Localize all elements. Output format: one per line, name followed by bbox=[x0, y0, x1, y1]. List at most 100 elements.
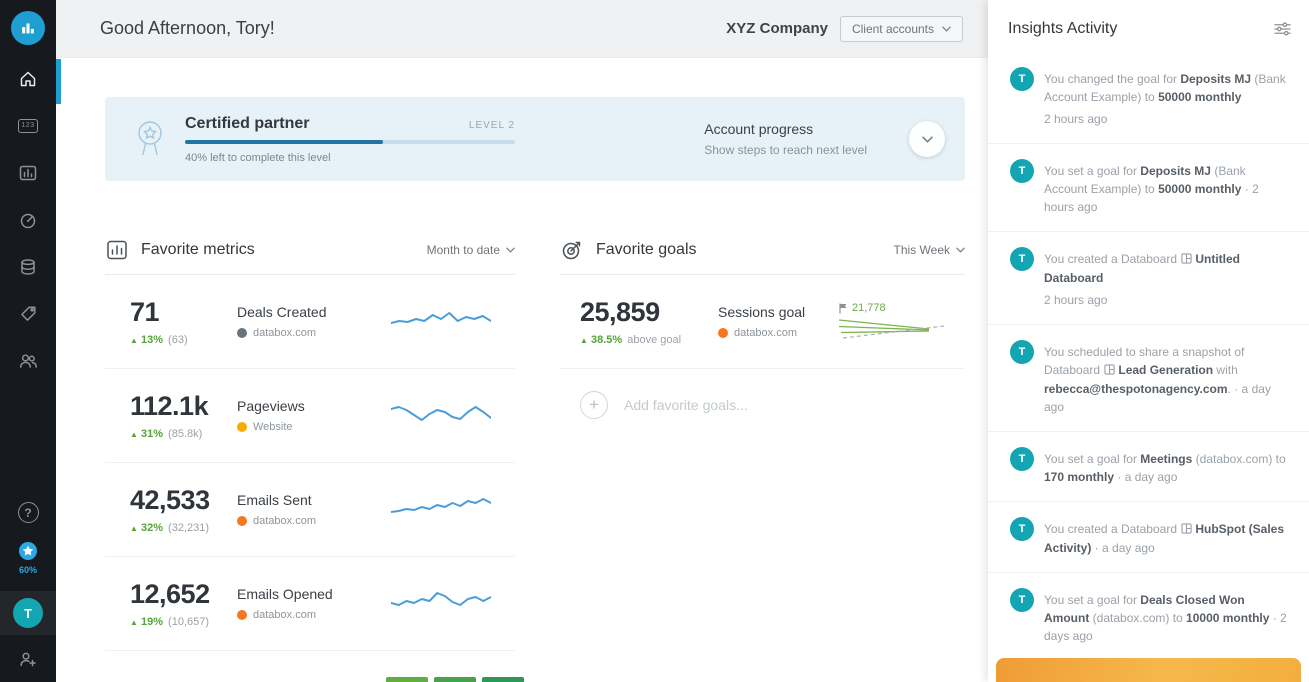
activity-item[interactable]: T You created a Databoard Untitled Databo… bbox=[988, 232, 1309, 325]
sidebar-item-user-menu[interactable]: T bbox=[0, 591, 56, 635]
databoard-chart-icon bbox=[19, 165, 37, 180]
goal-mini-chart: 21,778 bbox=[839, 302, 947, 341]
metric-sparkline bbox=[391, 494, 491, 526]
activity-filter-button[interactable] bbox=[1274, 21, 1291, 37]
goals-section-title: Favorite goals bbox=[596, 240, 697, 258]
medal-icon bbox=[138, 121, 162, 156]
metric-row[interactable]: 12,652 ▲ 19% (10,657) Emails Opened databox… bbox=[105, 557, 515, 651]
up-arrow-icon: ▲ bbox=[580, 336, 588, 345]
sidebar-item-help[interactable]: ? bbox=[0, 489, 56, 536]
metric-value-block: 42,533 ▲ 32% (32,231) bbox=[105, 485, 237, 534]
goal-source: databox.com bbox=[734, 327, 797, 339]
chevron-down-icon bbox=[956, 247, 965, 253]
metric-label: Emails Sent bbox=[237, 492, 312, 508]
metric-row[interactable]: 42,533 ▲ 32% (32,231) Emails Sent databox.c… bbox=[105, 463, 515, 557]
metric-label: Deals Created bbox=[237, 304, 327, 320]
metric-previous: (63) bbox=[165, 334, 188, 346]
databoard-icon bbox=[1104, 362, 1116, 380]
level-label: LEVEL 2 bbox=[468, 119, 515, 131]
metric-previous: (85.8k) bbox=[165, 428, 203, 440]
up-arrow-icon: ▲ bbox=[130, 618, 138, 627]
activity-item[interactable]: T You set a goal for Meetings (databox.co… bbox=[988, 432, 1309, 502]
activity-timestamp: 2 hours ago bbox=[1044, 293, 1108, 307]
source-dot-icon bbox=[718, 328, 728, 338]
activity-item[interactable]: T You changed the goal for Deposits MJ (B… bbox=[988, 52, 1309, 144]
activity-timestamp: · a day ago bbox=[1091, 541, 1155, 555]
databox-logo[interactable] bbox=[11, 11, 45, 45]
activity-text: You set a goal for Deposits MJ (Bank Acc… bbox=[1044, 164, 1259, 214]
activity-list: T You changed the goal for Deposits MJ (B… bbox=[988, 52, 1309, 652]
account-progress-subtitle: Show steps to reach next level bbox=[704, 143, 867, 157]
peek-bar bbox=[434, 677, 476, 682]
account-progress-block: Account progress Show steps to reach nex… bbox=[704, 121, 867, 157]
goal-row[interactable]: 25,859 ▲ 38.5% above goal Sessions goal … bbox=[560, 275, 965, 369]
sidebar-item-tags[interactable] bbox=[0, 290, 56, 337]
metric-value: 112.1k bbox=[130, 391, 209, 421]
metric-row[interactable]: 112.1k ▲ 31% (85.8k) Pageviews Website bbox=[105, 369, 515, 463]
user-avatar: T bbox=[1010, 159, 1034, 183]
sidebar-item-datasources[interactable] bbox=[0, 243, 56, 290]
insights-activity-panel: Insights Activity T You changed the goal … bbox=[988, 0, 1309, 682]
metric-previous: (32,231) bbox=[165, 522, 210, 534]
user-avatar: T bbox=[1010, 340, 1034, 364]
goal-flag-icon bbox=[839, 303, 847, 313]
metric-source: databox.com bbox=[253, 515, 316, 527]
certified-partner-banner: Certified partner LEVEL 2 40% left to co… bbox=[105, 97, 965, 181]
gauge-icon bbox=[20, 213, 36, 228]
users-icon bbox=[20, 353, 37, 368]
activity-text: You scheduled to share a snapshot of Dat… bbox=[1044, 345, 1271, 414]
add-favorite-goal-button[interactable]: + Add favorite goals... bbox=[560, 369, 965, 441]
promo-banner[interactable] bbox=[996, 658, 1301, 682]
databoard-icon bbox=[1181, 251, 1192, 269]
metric-source: databox.com bbox=[253, 327, 316, 339]
activity-text: You created a Databoard Untitled Databoa… bbox=[1044, 247, 1291, 309]
activity-item[interactable]: T You set a goal for Deposits MJ (Bank Ac… bbox=[988, 144, 1309, 232]
activity-item[interactable]: T You scheduled to share a snapshot of Da… bbox=[988, 325, 1309, 432]
goal-pace-chart bbox=[839, 319, 944, 339]
account-progress-title: Account progress bbox=[704, 121, 814, 137]
certification-badge-icon bbox=[19, 542, 37, 560]
metric-value: 71 bbox=[130, 297, 160, 327]
level-progress-bar[interactable] bbox=[185, 139, 515, 144]
main-area: Good Afternoon, Tory! XYZ Company Client… bbox=[56, 0, 988, 682]
client-accounts-dropdown[interactable]: Client accounts bbox=[839, 15, 963, 42]
metrics-range-dropdown[interactable]: Month to date bbox=[427, 243, 515, 257]
partner-subtitle: 40% left to complete this level bbox=[185, 151, 331, 164]
sidebar-item-progress-badge[interactable]: 60% bbox=[17, 540, 39, 575]
metric-previous: (10,657) bbox=[165, 616, 210, 628]
database-icon bbox=[21, 258, 35, 275]
user-avatar: T bbox=[13, 598, 43, 628]
sidebar-item-metrics[interactable]: 123 bbox=[0, 102, 56, 149]
chevron-down-icon bbox=[942, 26, 951, 32]
sidebar: 123 ? 60% T bbox=[0, 0, 56, 682]
metric-label: Pageviews bbox=[237, 398, 305, 414]
company-name: XYZ Company bbox=[726, 20, 828, 37]
goals-range-dropdown[interactable]: This Week bbox=[894, 243, 965, 257]
up-arrow-icon: ▲ bbox=[130, 336, 138, 345]
active-nav-indicator bbox=[56, 59, 61, 104]
sidebar-item-invite[interactable] bbox=[0, 635, 56, 682]
source-dot-icon bbox=[237, 610, 247, 620]
sidebar-item-databoards[interactable] bbox=[0, 149, 56, 196]
main-header: Good Afternoon, Tory! XYZ Company Client… bbox=[56, 0, 988, 58]
expand-progress-button[interactable] bbox=[909, 121, 945, 157]
databox-bars-icon bbox=[22, 23, 34, 34]
activity-item[interactable]: T You created a Databoard HubSpot (Sales … bbox=[988, 502, 1309, 573]
main-content: Certified partner LEVEL 2 40% left to co… bbox=[56, 58, 988, 682]
favorite-goals-section: Favorite goals This Week 25,859 ▲ 38.5% … bbox=[560, 225, 965, 651]
activity-text: You created a Databoard HubSpot (Sales A… bbox=[1044, 522, 1285, 555]
sidebar-item-goals[interactable] bbox=[0, 196, 56, 243]
metric-sparkline bbox=[391, 306, 491, 338]
metric-label: Emails Opened bbox=[237, 586, 333, 602]
hidden-section-peek bbox=[386, 677, 524, 682]
metric-row[interactable]: 71 ▲ 13% (63) Deals Created databox.com bbox=[105, 275, 515, 369]
user-avatar: T bbox=[1010, 588, 1034, 612]
sidebar-item-account-users[interactable] bbox=[0, 337, 56, 384]
level-progress-fill bbox=[185, 139, 383, 144]
sidebar-item-home[interactable] bbox=[0, 55, 56, 102]
user-avatar: T bbox=[1010, 247, 1034, 271]
activity-item[interactable]: T You set a goal for Deals Closed Won Amo… bbox=[988, 573, 1309, 652]
source-dot-icon bbox=[237, 328, 247, 338]
metric-value: 42,533 bbox=[130, 485, 210, 515]
metric-value-block: 71 ▲ 13% (63) bbox=[105, 297, 237, 346]
